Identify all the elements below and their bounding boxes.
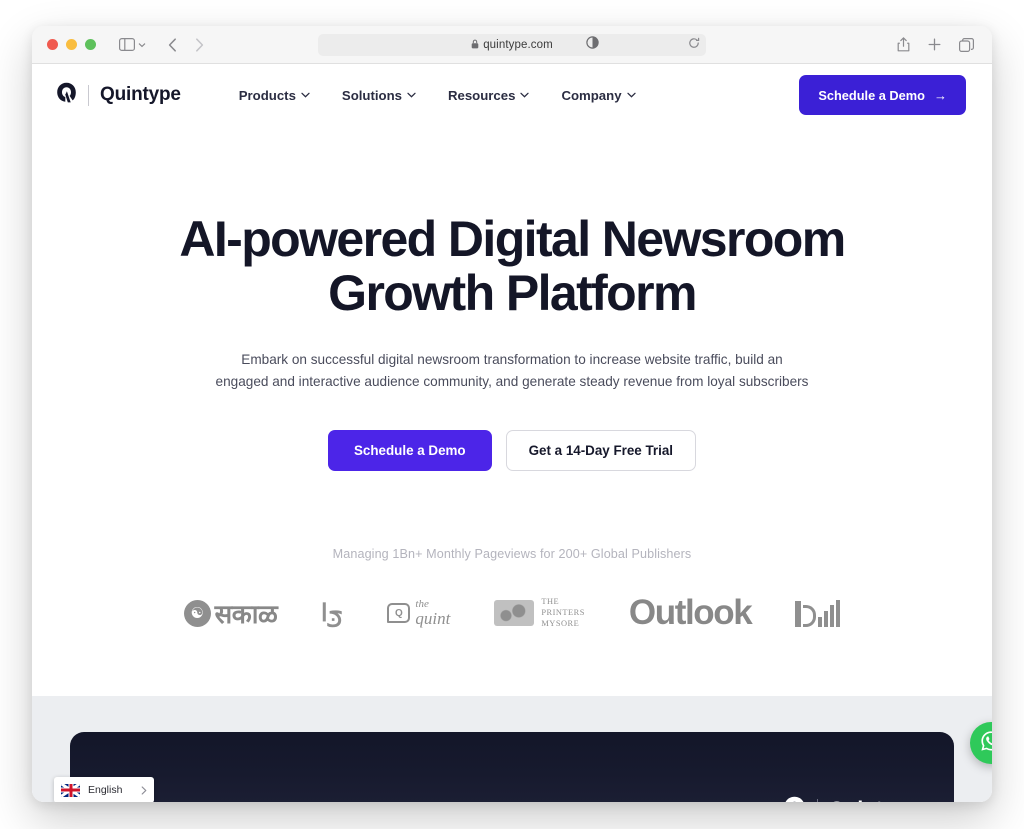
panel-brand-logo: Quintype [783, 796, 918, 802]
minimize-window-button[interactable] [66, 39, 77, 50]
nav-item-company[interactable]: Company [561, 87, 636, 103]
language-switcher[interactable]: English [54, 777, 154, 802]
sidebar-controls[interactable] [119, 38, 146, 51]
chevron-down-icon [407, 92, 416, 98]
language-switcher-label: English [88, 784, 123, 796]
browser-toolbar: quintype.com [32, 26, 992, 64]
share-icon[interactable] [897, 37, 910, 52]
publisher-logo-strip: ☯ सकाळ اج Q the quint THE PRINTERS MYSOR… [32, 590, 992, 636]
printers-logo-line2: PRINTERS [541, 607, 585, 617]
nav-item-label: Company [561, 87, 622, 103]
forward-button-chevron-right-icon[interactable] [195, 37, 204, 52]
id-logo [795, 590, 841, 636]
page-viewport: Quintype Products Solutions Resources Co… [32, 64, 992, 802]
hero-free-trial-button[interactable]: Get a 14-Day Free Trial [505, 430, 697, 472]
urdu-publisher-logo: اج [321, 590, 343, 636]
back-button-chevron-left-icon[interactable] [168, 37, 177, 52]
address-bar-url: quintype.com [483, 38, 553, 51]
browser-window: quintype.com Quintype Products Solutions… [32, 26, 992, 802]
hero-subtitle-line2: and interactive audience community, and … [272, 374, 809, 390]
brand-divider [88, 84, 89, 106]
quint-logo-line2: quint [415, 609, 451, 629]
printers-mysore-emblem-icon [494, 600, 535, 627]
nav-item-label: Solutions [341, 87, 402, 103]
close-window-button[interactable] [47, 39, 58, 50]
lock-icon [471, 36, 479, 54]
reload-icon[interactable] [688, 36, 700, 54]
uk-flag-icon [61, 783, 80, 797]
brand-logo[interactable]: Quintype [56, 82, 181, 108]
outlook-logo: Outlook [628, 590, 753, 636]
quintype-logo-icon [783, 796, 806, 802]
quintype-logo-icon [56, 82, 77, 108]
page-title: AI-powered Digital Newsroom Growth Platf… [132, 212, 892, 320]
id-logo-mark-icon [795, 599, 841, 628]
sidebar-chevron-down-icon[interactable] [138, 42, 146, 48]
hero-schedule-demo-button[interactable]: Schedule a Demo [327, 430, 492, 472]
social-proof-caption: Managing 1Bn+ Monthly Pageviews for 200+… [332, 547, 692, 562]
sakal-logo-text: सकाळ [214, 599, 278, 630]
toolbar-right-actions [897, 37, 992, 52]
printers-logo-line3: MYSORE [541, 618, 580, 628]
nav-item-resources[interactable]: Resources [447, 87, 530, 103]
whatsapp-icon [979, 729, 992, 758]
urdu-publisher-logo-text: اج [321, 599, 344, 627]
chevron-down-icon [520, 92, 530, 98]
sakal-logo: ☯ सकाळ [183, 590, 278, 636]
sidebar-toggle-icon[interactable] [119, 38, 135, 51]
hero-section: AI-powered Digital Newsroom Growth Platf… [32, 126, 992, 472]
printers-mysore-logo: THE PRINTERS MYSORE [494, 590, 585, 636]
site-header: Quintype Products Solutions Resources Co… [32, 64, 992, 126]
tab-overview-icon[interactable] [959, 37, 974, 52]
contrast-icon[interactable] [586, 35, 599, 54]
nav-item-label: Products [238, 87, 296, 103]
navigation-arrows[interactable] [168, 37, 204, 52]
window-traffic-lights[interactable] [32, 39, 96, 50]
the-quint-logo: Q the quint [387, 590, 450, 636]
nav-item-solutions[interactable]: Solutions [342, 88, 416, 103]
brand-name: Quintype [100, 84, 181, 105]
arrow-right-icon: → [934, 87, 947, 103]
publishers-trust-panel: 00+ Publishers Trust Quintype [70, 732, 954, 802]
chevron-right-icon [141, 785, 147, 795]
main-navigation: Products Solutions Resources Company [239, 88, 636, 103]
printers-logo-line1: THE [541, 597, 560, 607]
header-cta-label: Schedule a Demo [818, 87, 925, 103]
zoom-window-button[interactable] [85, 39, 96, 50]
panel-brand-divider [816, 799, 818, 802]
hero-title-line2: Growth Platform [328, 265, 697, 321]
new-tab-plus-icon[interactable] [928, 38, 941, 51]
chevron-down-icon [301, 92, 310, 98]
address-bar[interactable]: quintype.com [318, 33, 706, 56]
nav-item-label: Resources [447, 87, 516, 103]
hero-title-line1: AI-powered Digital Newsroom [179, 211, 846, 267]
nav-item-products[interactable]: Products [239, 88, 310, 103]
panel-brand-name: Quintype [829, 798, 919, 802]
quint-speech-bubble-icon: Q [387, 603, 411, 624]
hero-subtitle: Embark on successful digital newsroom tr… [215, 349, 809, 393]
chevron-down-icon [626, 92, 636, 98]
outlook-logo-text: Outlook [628, 593, 753, 633]
header-schedule-demo-button[interactable]: Schedule a Demo → [799, 75, 966, 115]
sakal-badge-icon: ☯ [183, 599, 211, 627]
hero-actions: Schedule a Demo Get a 14-Day Free Trial [32, 430, 992, 472]
